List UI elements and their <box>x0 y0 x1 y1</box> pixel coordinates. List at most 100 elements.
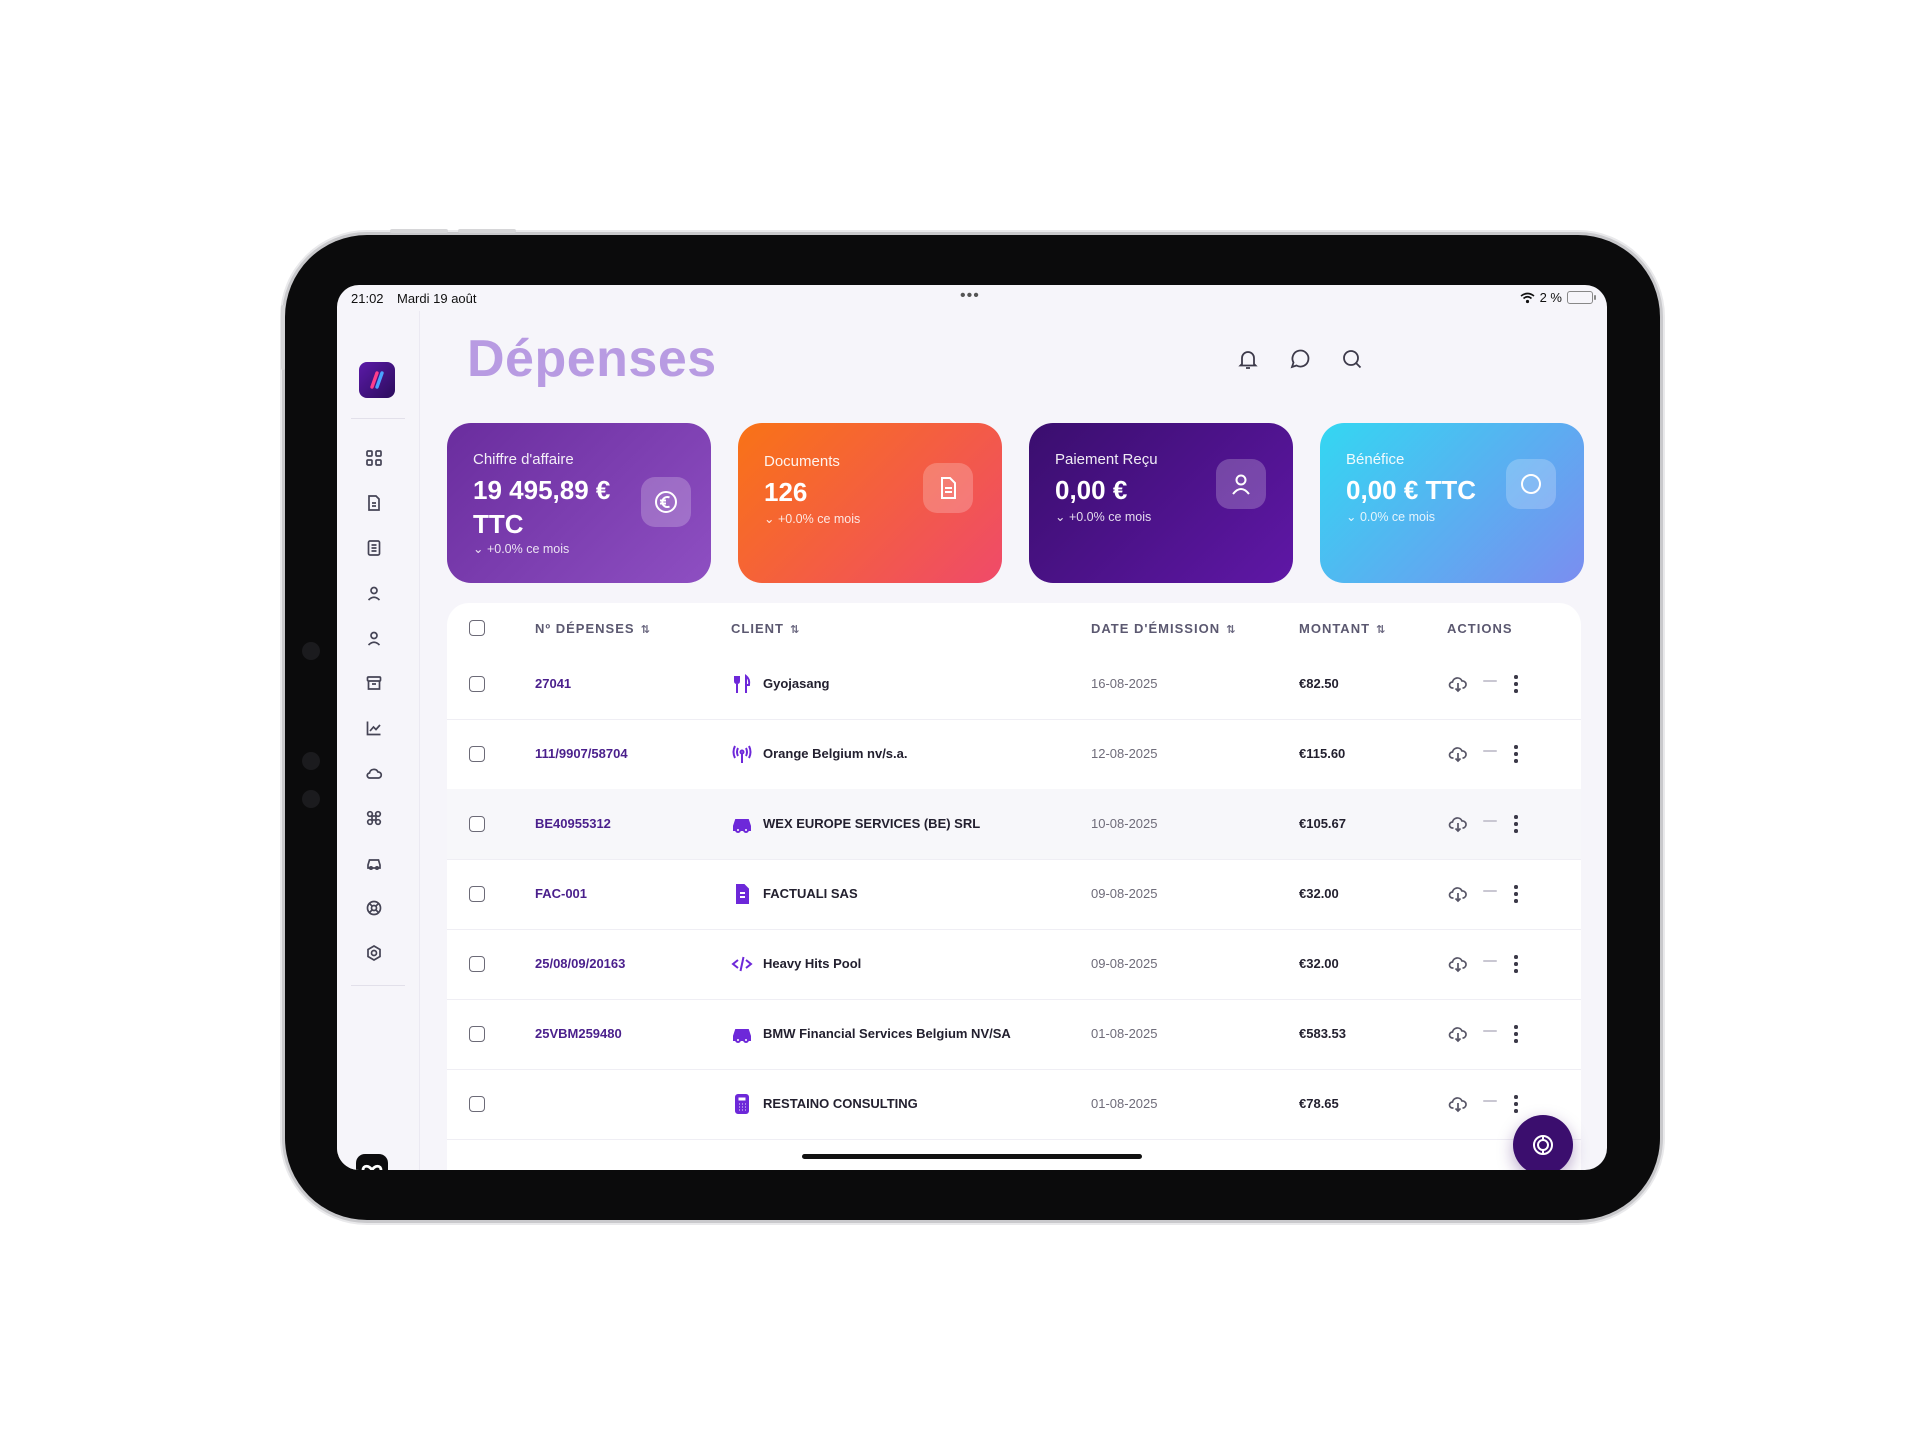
amount: €82.50 <box>1299 676 1339 691</box>
expense-number[interactable]: FAC-001 <box>535 886 587 901</box>
more-options-icon[interactable] <box>1514 745 1518 763</box>
app-screen: 21:02 Mardi 19 août ••• 2 % Dépenses Chi… <box>337 285 1607 1170</box>
remove-dash-icon[interactable] <box>1483 960 1497 962</box>
page-title: Dépenses <box>467 330 717 388</box>
car-icon <box>731 813 753 835</box>
table-row[interactable]: RESTAINO CONSULTING 01-08-2025 €78.65 <box>447 1069 1581 1140</box>
archive-icon[interactable] <box>365 674 383 692</box>
home-indicator[interactable] <box>802 1154 1142 1159</box>
user-icon[interactable] <box>365 584 383 602</box>
select-all-checkbox[interactable] <box>469 620 485 636</box>
chat-icon[interactable] <box>1288 347 1312 371</box>
status-time: 21:02 <box>351 291 384 306</box>
issue-date: 09-08-2025 <box>1091 886 1158 901</box>
card-value: 0,00 € <box>1055 475 1128 505</box>
table-row[interactable]: BE40955312 WEX EUROPE SERVICES (BE) SRL 10… <box>447 789 1581 860</box>
user-alt-icon[interactable] <box>365 629 383 647</box>
card-label: Paiement Reçu <box>1055 451 1158 468</box>
expense-number[interactable]: 25/08/09/20163 <box>535 956 625 971</box>
more-options-icon[interactable] <box>1514 1095 1518 1113</box>
download-icon[interactable] <box>1448 1094 1468 1114</box>
bell-icon[interactable] <box>1236 347 1260 371</box>
table-row[interactable]: 25VBM259480 BMW Financial Services Belgiu… <box>447 999 1581 1070</box>
row-checkbox[interactable] <box>469 886 485 902</box>
sort-icon: ⇅ <box>640 624 650 636</box>
settings-icon[interactable] <box>365 944 383 962</box>
more-options-icon[interactable] <box>1514 885 1518 903</box>
car-icon[interactable] <box>365 854 383 872</box>
camera <box>302 752 320 770</box>
download-icon[interactable] <box>1448 954 1468 974</box>
remove-dash-icon[interactable] <box>1483 820 1497 822</box>
amount: €115.60 <box>1299 746 1346 761</box>
scan-fab-button[interactable] <box>1513 1115 1573 1170</box>
row-checkbox[interactable] <box>469 1096 485 1112</box>
header-client[interactable]: CLIENT ⇅ <box>731 621 799 636</box>
brand-infinity-logo[interactable] <box>356 1154 388 1170</box>
remove-dash-icon[interactable] <box>1483 890 1497 892</box>
expense-number[interactable]: 25VBM259480 <box>535 1026 622 1041</box>
cloud-icon[interactable] <box>365 764 383 782</box>
app-logo[interactable] <box>359 362 395 398</box>
download-icon[interactable] <box>1448 1024 1468 1044</box>
table-row[interactable]: 25/08/09/20163 Heavy Hits Pool 09-08-2025 €… <box>447 929 1581 1000</box>
expense-number[interactable]: BE40955312 <box>535 816 611 831</box>
more-options-icon[interactable] <box>1514 815 1518 833</box>
header-actions-label: ACTIONS <box>1447 621 1513 636</box>
header-number[interactable]: Nº DÉPENSES ⇅ <box>535 621 650 636</box>
volume-button <box>390 229 448 233</box>
header-date[interactable]: DATE D'ÉMISSION ⇅ <box>1091 621 1235 636</box>
download-icon[interactable] <box>1448 884 1468 904</box>
payment-card[interactable]: Paiement Reçu 0,00 € ⌄ +0.0% ce mois <box>1029 423 1293 583</box>
profit-card[interactable]: Bénéfice 0,00 € TTC ⌄ 0.0% ce mois <box>1320 423 1584 583</box>
chart-icon[interactable] <box>365 719 383 737</box>
trend-text: +0.0% ce mois <box>486 542 570 556</box>
sort-icon: ⇅ <box>1226 624 1236 636</box>
issue-date: 12-08-2025 <box>1091 746 1158 761</box>
remove-dash-icon[interactable] <box>1483 1100 1497 1102</box>
table-row[interactable]: 27041 Gyojasang 16-08-2025 €82.50 <box>447 649 1581 720</box>
car-icon <box>731 1023 753 1045</box>
list-document-icon[interactable] <box>365 539 383 557</box>
card-label: Documents <box>764 453 840 470</box>
table-row[interactable]: FAC-001 FACTUALI SAS 09-08-2025 €32.00 <box>447 859 1581 930</box>
client-name: Gyojasang <box>763 676 830 691</box>
dashboard-icon[interactable] <box>365 449 383 467</box>
download-icon[interactable] <box>1448 674 1468 694</box>
document-icon[interactable] <box>365 494 383 512</box>
row-checkbox[interactable] <box>469 676 485 692</box>
status-date: Mardi 19 août <box>397 291 477 306</box>
invoice-icon <box>731 883 753 905</box>
remove-dash-icon[interactable] <box>1483 1030 1497 1032</box>
table-row[interactable]: 111/9907/58704 Orange Belgium nv/s.a. 12-0… <box>447 719 1581 790</box>
more-options-icon[interactable] <box>1514 1025 1518 1043</box>
card-trend: ⌄ +0.0% ce mois <box>764 512 861 526</box>
amount: €105.67 <box>1299 816 1346 831</box>
antenna-icon <box>731 743 753 765</box>
download-icon[interactable] <box>1448 814 1468 834</box>
search-icon[interactable] <box>1340 347 1364 371</box>
expense-number[interactable]: 111/9907/58704 <box>535 746 628 761</box>
row-checkbox[interactable] <box>469 1026 485 1042</box>
more-options-icon[interactable] <box>1514 675 1518 693</box>
row-checkbox[interactable] <box>469 956 485 972</box>
row-checkbox[interactable] <box>469 746 485 762</box>
multitask-dots-icon[interactable]: ••• <box>960 287 980 305</box>
revenue-card[interactable]: Chiffre d'affaire 19 495,89 € TTC ⌄ +0.0… <box>447 423 711 583</box>
client-name: BMW Financial Services Belgium NV/SA <box>763 1026 1011 1041</box>
header-client-label: CLIENT <box>731 621 784 636</box>
support-icon[interactable] <box>365 899 383 917</box>
row-checkbox[interactable] <box>469 816 485 832</box>
table-header: Nº DÉPENSES ⇅ CLIENT ⇅ DATE D'ÉMISSION ⇅ MO… <box>447 603 1581 649</box>
expense-number[interactable]: 27041 <box>535 676 571 691</box>
more-options-icon[interactable] <box>1514 955 1518 973</box>
remove-dash-icon[interactable] <box>1483 750 1497 752</box>
header-amount[interactable]: MONTANT ⇅ <box>1299 621 1385 636</box>
remove-dash-icon[interactable] <box>1483 680 1497 682</box>
command-icon[interactable] <box>365 809 383 827</box>
documents-card[interactable]: Documents 126 ⌄ +0.0% ce mois <box>738 423 1002 583</box>
scan-icon <box>1533 1135 1553 1155</box>
logo-mark-icon <box>370 371 384 389</box>
download-icon[interactable] <box>1448 744 1468 764</box>
card-value: 19 495,89 € TTC <box>473 473 610 541</box>
